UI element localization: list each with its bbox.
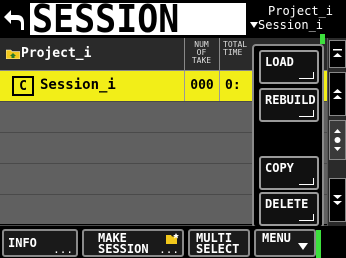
rebuild-button[interactable]: REBUILD: [259, 88, 319, 122]
page-title-box: SESSION: [30, 0, 246, 41]
double-chevron-up-icon: [333, 89, 342, 99]
session-folder-icon: C: [12, 76, 34, 96]
scroll-to-top-icon: [333, 49, 342, 57]
rebuild-label: REBUILD: [265, 93, 316, 107]
copy-label: COPY: [265, 161, 294, 175]
scroll-thumb[interactable]: [329, 120, 346, 160]
make-session-button[interactable]: MAKE SESSION ...: [82, 229, 184, 257]
menu-button[interactable]: MENU: [254, 229, 316, 257]
delete-button[interactable]: DELETE: [259, 192, 319, 226]
multi-select-button[interactable]: MULTI SELECT: [188, 229, 250, 257]
active-indicator: [320, 34, 325, 44]
back-arrow-icon: [4, 10, 24, 30]
multi-label-line2: SELECT: [196, 242, 240, 256]
info-ellipsis: ...: [53, 243, 73, 256]
current-session-mark: C: [19, 79, 27, 94]
page-title: SESSION: [32, 0, 180, 41]
double-chevron-down-icon: [333, 195, 342, 205]
header: SESSION Project_i Session_i: [0, 0, 346, 41]
num-of-take-header: NUM OF TAKE: [184, 38, 218, 70]
session-screen: SESSION Project_i Session_i Project_i NU…: [0, 0, 346, 258]
path-dropdown-icon[interactable]: [250, 22, 258, 28]
load-label: LOAD: [265, 55, 294, 69]
menu-label: MENU: [262, 231, 291, 245]
execute-corner-icon: [299, 72, 314, 79]
make-ellipsis: ...: [159, 243, 179, 256]
num-of-take-value: 000: [184, 71, 219, 101]
info-button[interactable]: INFO ...: [2, 229, 78, 257]
delete-label: DELETE: [265, 197, 309, 211]
num-header-line: TAKE: [191, 56, 212, 65]
folder-up-icon: [6, 49, 20, 59]
session-popup-menu: LOAD REBUILD COPY DELETE: [252, 44, 324, 228]
menu-dropdown-icon: [298, 243, 308, 250]
current-session-path: Session_i: [258, 18, 324, 32]
menu-active-indicator: [316, 230, 321, 258]
load-button[interactable]: LOAD: [259, 50, 319, 84]
execute-corner-icon: [299, 214, 314, 221]
copy-button[interactable]: COPY: [259, 156, 319, 190]
footer: INFO ... MAKE SESSION ... MULTI SELECT M…: [0, 226, 346, 258]
current-project-path: Project_i: [268, 4, 334, 18]
session-name: Session_i: [40, 77, 116, 93]
execute-corner-icon: [299, 110, 314, 117]
parent-folder-header[interactable]: Project_i: [2, 38, 182, 70]
info-label: INFO: [8, 236, 37, 250]
scroll-top-button[interactable]: [329, 40, 346, 68]
scroll-page-down-button[interactable]: [329, 178, 346, 222]
parent-folder-label: Project_i: [21, 46, 92, 61]
scroll-position-icon: [334, 129, 341, 151]
scroll-page-up-button[interactable]: [329, 72, 346, 116]
make-label-line2: SESSION: [98, 242, 149, 256]
back-button[interactable]: [1, 4, 27, 34]
scrollbar[interactable]: [327, 38, 346, 258]
execute-corner-icon: [299, 178, 314, 185]
